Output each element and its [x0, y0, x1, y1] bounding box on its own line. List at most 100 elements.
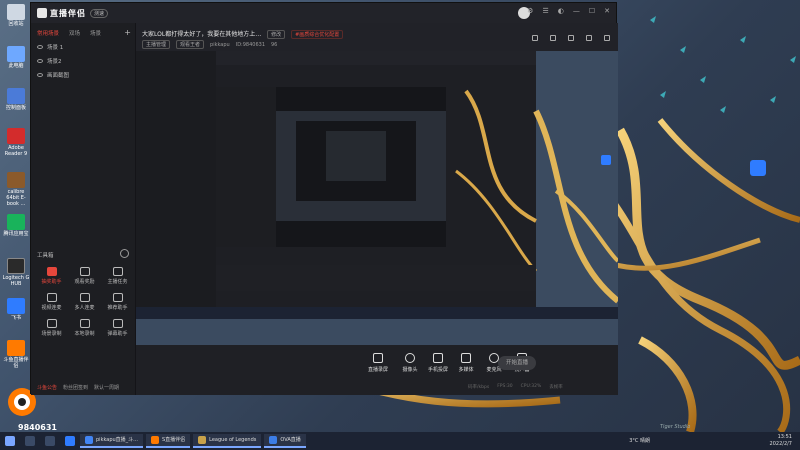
phone-icon [433, 353, 443, 363]
live-assistant-window: 直播伴侣 测速 ⚙ ☰ ◐ — ☐ ✕ 常用场景 双场 场景 + 场景 1 场景… [30, 2, 618, 395]
video-icon [46, 293, 57, 302]
monitor-icon [373, 353, 383, 363]
menu-icon[interactable]: ☰ [542, 7, 548, 15]
tab-dual[interactable]: 双场 [69, 29, 80, 37]
stream-info-bar: 大家LOL都打得太好了，我要在其他地方上… 修改 #画质综合优化配置 主播管理 … [136, 23, 618, 51]
tool-danmaku[interactable]: 弹幕助手 [101, 319, 134, 337]
start-icon[interactable] [5, 436, 15, 446]
status-period[interactable]: 默认一周期 [94, 384, 119, 391]
media-button[interactable]: 多媒体 [452, 353, 480, 373]
desktop-icon-calibre[interactable]: calibre 64bit E-book ... [2, 172, 30, 207]
calibre-icon [7, 172, 25, 188]
computer-icon [7, 46, 25, 62]
douyu-taskbar-icon [150, 436, 159, 444]
phone-cast-button[interactable]: 手机投屏 [424, 353, 452, 373]
tab-common-scenes[interactable]: 常用场景 [37, 29, 59, 37]
desktop-icon-this-pc[interactable]: 此电脑 [2, 46, 30, 69]
collapse-icon[interactable] [120, 249, 129, 258]
desktop-icon-logitech[interactable]: Logitech G HUB [2, 258, 30, 287]
home-icon[interactable] [586, 35, 592, 41]
scene-item-1[interactable]: 场景 1 [31, 40, 135, 54]
edit-title-button[interactable]: 修改 [267, 30, 286, 39]
streamer-name: pikkapu [210, 41, 230, 48]
desktop-icon-recycle-bin[interactable]: 回收站 [2, 4, 30, 27]
desktop-icon-app-store[interactable]: 腾讯应用宝 [2, 214, 30, 237]
eye-icon[interactable] [37, 45, 43, 49]
status-bar: 斗鱼公告 粉丝团签到 默认一周期 [37, 384, 119, 391]
toolbox-header: 工具箱 [37, 253, 54, 259]
app-title: 直播伴侣 [50, 8, 86, 18]
taskbar-app-lol[interactable]: League of Legends [193, 434, 262, 448]
desktop-icon-adobe-reader[interactable]: Adobe Reader 9 [2, 128, 30, 157]
taskbar-app-browser[interactable]: pikkapu直播_斗... [80, 434, 143, 448]
lottery-icon [46, 267, 57, 276]
adobe-reader-icon [7, 128, 25, 144]
scene-item-2[interactable]: 场景2 [31, 54, 135, 68]
lock-icon[interactable] [532, 35, 538, 41]
play-icon [461, 353, 471, 363]
tool-scene-record[interactable]: 场景录制 [35, 319, 68, 337]
app-store-icon [7, 214, 25, 230]
settings-icon[interactable]: ⚙ [527, 7, 533, 15]
tool-lottery[interactable]: 抽奖助手 [35, 267, 68, 285]
search-icon[interactable] [25, 436, 35, 446]
desktop-icon-control-panel[interactable]: 控制面板 [2, 88, 30, 111]
scene-tabs: 常用场景 双场 场景 [31, 23, 135, 40]
tab-scenes[interactable]: 场景 [90, 29, 101, 37]
chrome-icon [85, 436, 93, 444]
tool-recommend[interactable]: 推荐助手 [101, 293, 134, 311]
taskbar: pikkapu直播_斗... S直播伴侣 League of Legends O… [0, 432, 800, 450]
eye-icon[interactable] [37, 59, 43, 63]
status-announcement[interactable]: 斗鱼公告 [37, 384, 57, 391]
douyu-icon [7, 340, 25, 356]
share-icon[interactable] [550, 35, 556, 41]
bell-icon[interactable] [568, 35, 574, 41]
follower-count: 96 [271, 41, 278, 48]
room-id: ID:9840631 [235, 41, 265, 48]
scene-item-3[interactable]: 画面截图 [31, 68, 135, 82]
feishu-taskbar-icon[interactable] [65, 436, 75, 446]
tool-watch-reward[interactable]: 观看奖励 [68, 267, 101, 285]
screen-capture-button[interactable]: 直播录屏 [364, 353, 392, 373]
system-clock[interactable]: 13:51 2022/2/7 [770, 434, 792, 448]
tool-local-record[interactable]: 本地录制 [68, 319, 101, 337]
scene-panel: 常用场景 双场 场景 + 场景 1 场景2 画面截图 工具箱 抽奖助手 观看奖励… [31, 23, 136, 395]
recommend-icon [112, 293, 123, 302]
skin-icon[interactable]: ◐ [558, 7, 564, 15]
feishu-icon [7, 298, 25, 314]
add-scene-icon[interactable]: + [124, 28, 131, 37]
stream-metrics: 码率/kbps FPS:30 CPU:32% 丢帧率 [468, 384, 563, 390]
people-icon [79, 293, 90, 302]
download-icon [79, 319, 90, 328]
taskbar-app-assistant[interactable]: S直播伴侣 [145, 434, 191, 448]
quality-tag[interactable]: #画质综合优化配置 [291, 30, 344, 39]
status-fan-checkin[interactable]: 粉丝团签到 [63, 384, 88, 391]
go-live-button[interactable]: 开始直播 [498, 356, 536, 370]
camera-button[interactable]: 摄像头 [396, 353, 424, 373]
viewer-king-button[interactable]: 观看王者 [176, 40, 205, 49]
maximize-icon[interactable]: ☐ [589, 7, 595, 15]
lol-icon [198, 436, 207, 444]
eye-icon[interactable] [37, 73, 43, 77]
toolbox-grid: 抽奖助手 观看奖励 主播任务 视频连麦 多人连麦 推荐助手 场景录制 本地录制 … [35, 267, 135, 337]
record-icon [46, 319, 57, 328]
speed-test-badge[interactable]: 测速 [90, 8, 109, 18]
tool-streamer-task[interactable]: 主播任务 [101, 267, 134, 285]
live-preview[interactable] [136, 51, 618, 345]
streamer-manage-button[interactable]: 主播管理 [142, 40, 171, 49]
streamer-info: 主播管理 观看王者 pikkapu ID:9840631 96 [142, 40, 277, 49]
douyu-room-id: 9840631 [18, 423, 57, 432]
danmaku-icon [112, 319, 123, 328]
link-icon[interactable] [604, 35, 610, 41]
close-icon[interactable]: ✕ [604, 7, 610, 15]
weather-widget[interactable]: 3°C 晴朗 [629, 437, 650, 444]
desktop-icon-feishu[interactable]: 飞书 [2, 298, 30, 321]
taskbar-app-ova[interactable]: OVA直播 [264, 434, 306, 448]
tool-multi-link[interactable]: 多人连麦 [68, 293, 101, 311]
desktop-icon-douyu-assistant[interactable]: 斗鱼直播伴侣 [2, 340, 30, 369]
task-view-icon[interactable] [45, 436, 55, 446]
tool-video-link[interactable]: 视频连麦 [35, 293, 68, 311]
control-panel-icon [7, 88, 25, 104]
watermark: Tiger Studio [660, 424, 691, 430]
minimize-icon[interactable]: — [573, 7, 580, 15]
